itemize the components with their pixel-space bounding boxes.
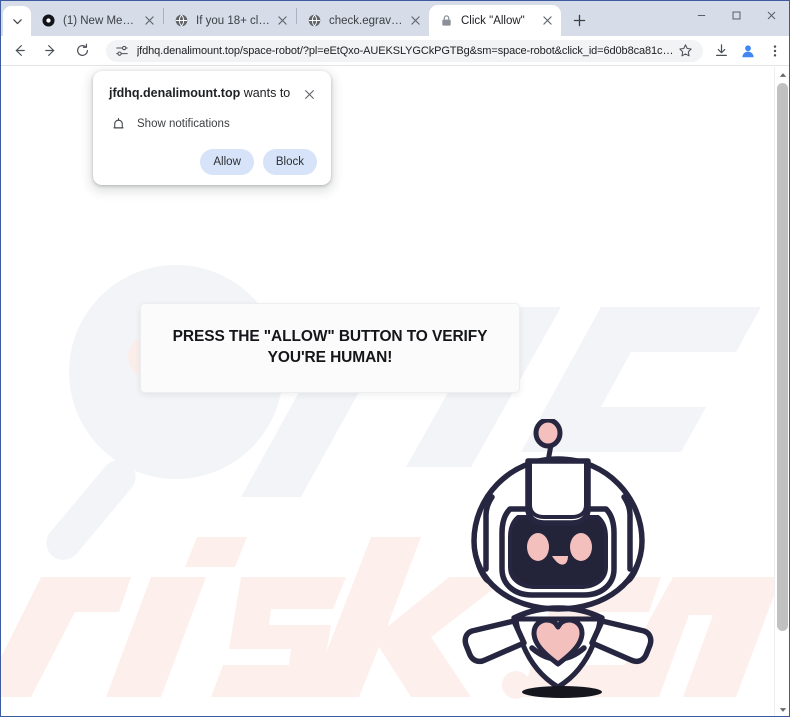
browser-tab-new-message[interactable]: (1) New Message! (31, 5, 163, 36)
globe-icon (307, 13, 322, 28)
dialog-title: jfdhq.denalimount.top wants to (109, 85, 296, 102)
plus-icon (573, 14, 585, 26)
space-robot-mascot (462, 419, 654, 698)
three-dot-menu-icon (773, 44, 776, 57)
block-button[interactable]: Block (262, 149, 317, 175)
maximize-icon (732, 11, 741, 19)
minimize-icon (697, 14, 706, 16)
maximize-button[interactable] (719, 1, 754, 29)
bell-icon (109, 115, 127, 133)
back-arrow-icon (15, 45, 25, 56)
star-icon[interactable] (677, 42, 695, 60)
new-tab-button[interactable] (565, 6, 593, 34)
browser-tab-if-you-18-click[interactable]: If you 18+ click (164, 5, 296, 36)
back-button[interactable] (6, 37, 33, 65)
tab-title: check.egravure.com/?6... (329, 14, 403, 27)
tab-title: Click "Allow" (461, 14, 525, 27)
notification-permission-dialog: jfdhq.denalimount.top wants to Show noti… (93, 71, 331, 185)
download-icon (715, 44, 727, 56)
profile-button[interactable] (736, 38, 761, 64)
caret-up-icon (779, 72, 786, 77)
globe-icon (174, 13, 189, 28)
tab-close-button[interactable] (141, 13, 157, 29)
caret-down-icon (779, 707, 786, 712)
address-bar[interactable]: jfdhq.denalimount.top/space-robot/?pl=eE… (105, 39, 703, 62)
close-icon (767, 11, 776, 19)
downloads-button[interactable] (709, 38, 734, 64)
dialog-header: jfdhq.denalimount.top wants to (109, 85, 317, 102)
reload-icon (77, 43, 88, 56)
tab-title: If you 18+ click (196, 14, 270, 27)
site-settings-icon[interactable] (114, 43, 130, 59)
close-window-button[interactable] (754, 1, 789, 29)
tab-strip: (1) New Message! If you 18+ click (1, 1, 789, 36)
bubble-line-2: YOU'RE HUMAN! (267, 349, 393, 366)
chevron-down-icon (12, 18, 22, 24)
browser-window: (1) New Message! If you 18+ click (0, 0, 790, 717)
tab-title: (1) New Message! (63, 14, 137, 27)
window-controls (684, 1, 789, 36)
dialog-origin: jfdhq.denalimount.top (109, 86, 241, 100)
dialog-close-button[interactable] (301, 86, 317, 102)
tab-close-button[interactable] (274, 13, 290, 29)
padlock-icon (439, 13, 454, 28)
browser-tab-check-egravure[interactable]: check.egravure.com/?6... (297, 5, 429, 36)
reload-button[interactable] (69, 37, 96, 65)
speech-bubble: PRESS THE "ALLOW" BUTTON TO VERIFY YOU'R… (140, 303, 520, 393)
scroll-up-button[interactable] (775, 67, 789, 82)
close-icon (304, 89, 314, 99)
tab-search-button[interactable] (3, 6, 31, 36)
scrollbar-thumb[interactable] (777, 83, 788, 631)
url-text[interactable]: jfdhq.denalimount.top/space-robot/?pl=eE… (137, 45, 677, 57)
minimize-button[interactable] (684, 1, 719, 29)
forward-arrow-icon (45, 45, 55, 56)
dialog-actions: Allow Block (109, 149, 317, 175)
tab-close-button[interactable] (407, 13, 423, 29)
chrome-menu-button[interactable] (762, 38, 787, 64)
allow-button[interactable]: Allow (200, 149, 254, 175)
bubble-line-1: PRESS THE "ALLOW" BUTTON TO VERIFY (172, 328, 488, 345)
profile-avatar-icon (742, 44, 754, 57)
permission-label: Show notifications (137, 118, 230, 130)
scroll-down-button[interactable] (775, 702, 789, 716)
forward-button[interactable] (38, 37, 65, 65)
dark-circle-icon (41, 13, 56, 28)
browser-tab-click-allow[interactable]: Click "Allow" (429, 5, 561, 36)
page-scrollbar[interactable] (774, 67, 789, 716)
browser-toolbar: jfdhq.denalimount.top/space-robot/?pl=eE… (1, 36, 789, 66)
permission-row: Show notifications (109, 115, 317, 133)
dialog-wants-to: wants to (240, 86, 291, 100)
tab-close-button[interactable] (539, 13, 555, 29)
